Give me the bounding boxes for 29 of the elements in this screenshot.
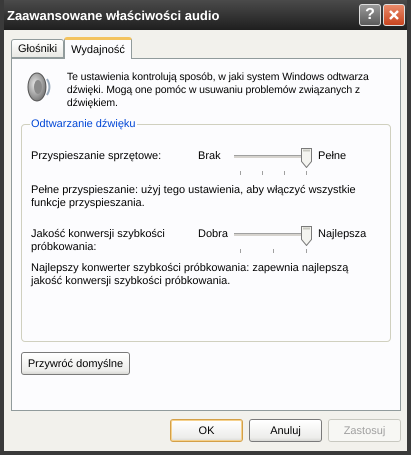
slider-label: Przyspieszanie sprzętowe: xyxy=(31,150,162,163)
tick-mark xyxy=(306,249,307,253)
close-icon xyxy=(388,9,400,21)
window-title: Zaawansowane właściwości audio xyxy=(7,8,220,22)
tab[interactable]: Wydajność xyxy=(64,37,132,59)
tick-mark xyxy=(262,171,263,175)
restore-defaults-button[interactable]: Przywróć domyślne xyxy=(21,352,130,375)
slider-label: Jakość konwersji szybkości próbkowania: xyxy=(31,228,166,254)
tick-mark xyxy=(240,171,241,175)
speaker-icon xyxy=(25,71,53,103)
tick-mark xyxy=(273,249,274,253)
slider-thumb[interactable] xyxy=(301,148,312,168)
min-label: Dobra xyxy=(198,228,229,240)
dialog-button[interactable]: OK xyxy=(170,419,243,442)
max-label: Najlepsza xyxy=(318,228,366,240)
slider-thumb[interactable] xyxy=(301,226,312,246)
setting-description: Najlepszy konwerter szybkości próbkowania: zapewnia najlepszą jakość konwersji szybkości próbkowania. xyxy=(31,262,350,288)
close-button[interactable] xyxy=(383,4,405,26)
tick-mark xyxy=(240,249,241,253)
tick-mark xyxy=(284,171,285,175)
max-label: Pełne xyxy=(318,150,346,162)
tick-mark xyxy=(306,171,307,175)
group-title: Odtwarzanie dźwięku xyxy=(30,118,137,130)
intro-text: Te ustawienia kontrolują sposób, w jaki system Windows odtwarza dźwięki. Mogą one pomóc w usuwaniu problemów związanych z dźwiękiem. xyxy=(66,71,370,110)
setting-description: Pełne przyspieszanie: użyj tego ustawienia, aby włączyć wszystkie funkcje przyspieszania. xyxy=(31,184,357,210)
help-button[interactable]: ? xyxy=(359,4,381,26)
tab[interactable]: Głośniki xyxy=(11,39,64,58)
dialog-button[interactable]: Anuluj xyxy=(249,419,322,442)
min-label: Brak xyxy=(198,150,222,162)
